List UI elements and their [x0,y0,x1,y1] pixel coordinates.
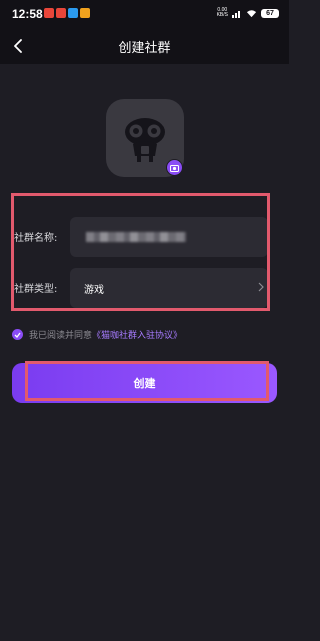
change-avatar-button[interactable] [166,159,183,176]
page-title: 创建社群 [118,41,171,56]
agreement-row: 我已阅读并同意 《猫咖社群入驻协议》 [12,328,182,341]
app-notification-icon [56,8,66,18]
notification-icons [44,8,90,18]
wifi-icon [246,9,257,17]
battery-indicator: 67 [261,8,279,18]
check-icon [14,332,21,338]
app-notification-icon [44,8,54,18]
net-speed: 0.00 KB/S [217,8,228,18]
owl-mascot-icon [125,118,165,162]
community-type-value: 游戏 [84,285,104,296]
community-type-label: 社群类型: [14,284,58,295]
community-name-input[interactable] [70,217,268,257]
app-notification-icon [68,8,78,18]
net-speed-unit: KB/S [216,12,228,18]
agreement-checkbox[interactable] [12,329,23,340]
status-time: 12:58 [12,7,43,21]
camera-icon [170,164,179,172]
status-bar: 12:58 0.00 KB/S 67 [0,0,289,28]
system-icons: 0.00 KB/S 67 [217,8,279,18]
redacted-name-value [86,232,186,242]
nav-bar: 创建社群 [0,28,289,64]
agreement-link[interactable]: 《猫咖社群入驻协议》 [92,328,182,341]
community-type-row: 社群类型: 游戏 [0,268,289,308]
community-type-select[interactable]: 游戏 [70,268,268,308]
community-name-label: 社群名称: [14,233,58,244]
agreement-text: 我已阅读并同意 [29,331,93,341]
chevron-right-icon [258,282,264,292]
create-button[interactable]: 创建 [12,363,277,403]
community-name-row: 社群名称: [0,217,289,257]
cellular-signal-icon [232,10,240,18]
app-notification-icon [80,8,90,18]
